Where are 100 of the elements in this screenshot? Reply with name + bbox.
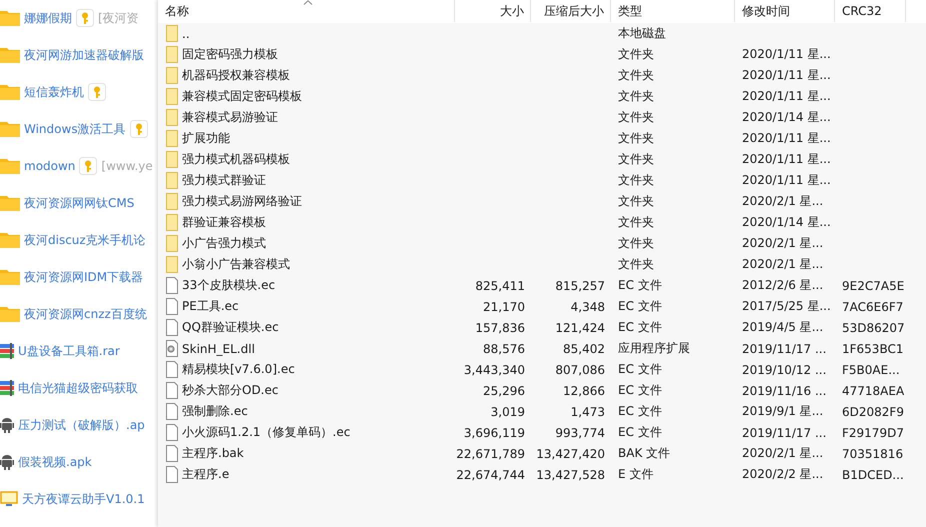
folder-icon [166, 214, 178, 231]
file-icon [166, 424, 178, 441]
file-name[interactable]: 群验证兼容模板 [182, 214, 266, 231]
modified-date: 2020/1/11 星... [742, 47, 831, 61]
android-icon [0, 417, 14, 433]
column-header[interactable]: 类型 [618, 2, 642, 20]
file-name[interactable]: 小火源码1.2.1（修复单码）.ec [182, 424, 350, 441]
modified-date: 2019/11/17 ... [742, 342, 826, 356]
crc-value: F29179D7 [842, 426, 904, 440]
file-name[interactable]: PE工具.ec [182, 298, 239, 315]
file-name[interactable]: 机器码授权兼容模板 [182, 67, 290, 84]
file-type: 文件夹 [618, 89, 654, 103]
file-name[interactable]: 扩展功能 [182, 130, 230, 147]
file-icon [166, 466, 178, 483]
file-name[interactable]: .. [182, 26, 190, 40]
file-name[interactable]: 强制删除.ec [182, 403, 248, 420]
file-name[interactable]: 兼容模式固定密码模板 [182, 88, 302, 105]
packed-size: 815,257 [555, 278, 605, 292]
file-name[interactable]: 主程序.e [182, 466, 230, 483]
folder-icon [166, 46, 178, 63]
folder-icon [166, 235, 178, 252]
file-size: 825,411 [475, 278, 525, 292]
folder-icon [0, 232, 20, 248]
file-type: E 文件 [618, 467, 654, 481]
file-name[interactable]: 小翁小广告兼容模式 [182, 256, 290, 273]
modified-date: 2012/2/6 星... [742, 278, 824, 292]
folder-icon [166, 151, 178, 168]
file-type: 文件夹 [618, 68, 654, 82]
crc-value: 9E2C7A5E [842, 278, 904, 292]
column-header[interactable]: 压缩后大小 [544, 2, 604, 20]
link[interactable]: 压力测试（破解版）.ap [18, 416, 145, 434]
packed-size: 12,866 [563, 384, 605, 398]
link[interactable]: 夜河网游加速器破解版 [24, 46, 144, 64]
link[interactable]: 夜河资源网cnzz百度统 [24, 306, 147, 322]
file-type: EC 文件 [618, 404, 662, 418]
link[interactable]: 娜娜假期 [24, 10, 72, 26]
packed-size: 993,774 [555, 426, 605, 440]
folder-icon [166, 256, 178, 273]
file-name[interactable]: SkinH_EL.dll [182, 342, 255, 356]
file-type: 文件夹 [618, 236, 654, 250]
link[interactable]: 电信光猫超级密码获取 [18, 380, 138, 396]
link[interactable]: 夜河discuz克米手机论 [24, 232, 146, 248]
folder-icon [0, 47, 20, 63]
packed-size: 121,424 [555, 320, 605, 334]
file-name[interactable]: 小广告强力模式 [182, 235, 266, 252]
link[interactable]: 天方夜谭云助手V1.0.1 [22, 490, 145, 508]
link[interactable]: modown [24, 159, 76, 173]
modified-date: 2019/11/16 ... [742, 384, 826, 398]
column-header[interactable]: 大小 [500, 2, 524, 20]
column-header[interactable]: CRC32 [842, 4, 882, 18]
file-type: EC 文件 [618, 299, 662, 313]
file-name[interactable]: 固定密码强力模板 [182, 46, 278, 63]
file-icon [166, 382, 178, 399]
modified-date: 2020/2/1 星... [742, 194, 824, 208]
packed-size: 4,348 [570, 300, 605, 314]
file-name[interactable]: 强力模式易游网络验证 [182, 193, 302, 210]
file-type: EC 文件 [618, 425, 662, 439]
link[interactable]: 夜河资源网IDM下载器 [24, 268, 144, 286]
file-type: 文件夹 [618, 110, 654, 124]
file-name[interactable]: QQ群验证模块.ec [182, 319, 279, 336]
note-text: [www.ye [101, 159, 153, 173]
folder-icon [166, 172, 178, 189]
link[interactable]: 假装视频.apk [18, 454, 92, 470]
file-name[interactable]: 兼容模式易游验证 [182, 109, 278, 126]
file-type: EC 文件 [618, 362, 662, 376]
column-header[interactable]: 名称 [165, 2, 189, 20]
folder-icon [166, 109, 178, 126]
packed-size: 807,086 [555, 362, 605, 376]
file-name[interactable]: 强力模式机器码模板 [182, 151, 290, 168]
link[interactable]: Windows激活工具 [24, 120, 126, 138]
file-name[interactable]: 强力模式群验证 [182, 172, 266, 189]
file-size: 3,443,340 [464, 362, 525, 376]
file-name[interactable]: 主程序.bak [182, 445, 244, 462]
file-type: 本地磁盘 [618, 26, 666, 40]
folder-icon [0, 158, 20, 174]
modified-date: 2019/10/12 ... [742, 362, 826, 376]
link[interactable]: 夜河资源网网钛CMS [24, 194, 134, 212]
file-type: 文件夹 [618, 131, 654, 145]
crc-value: 7AC6E6F7 [842, 300, 904, 314]
link[interactable]: U盘设备工具箱.rar [18, 342, 120, 360]
packed-size: 1,473 [570, 404, 605, 418]
link[interactable]: 短信轰炸机 [24, 84, 84, 100]
file-name[interactable]: 精易模块[v7.6.0].ec [182, 361, 295, 378]
folder-icon [0, 269, 20, 285]
file-size: 22,674,744 [456, 468, 525, 482]
file-name[interactable]: 秒杀大部分OD.ec [182, 382, 278, 399]
file-name[interactable]: 33个皮肤模块.ec [182, 277, 276, 294]
file-size: 21,170 [483, 300, 525, 314]
file-type: 文件夹 [618, 194, 654, 208]
modified-date: 2020/1/11 星... [742, 131, 831, 145]
file-type: 文件夹 [618, 152, 654, 166]
crc-value: 47718AEA [842, 384, 904, 398]
file-type: 文件夹 [618, 47, 654, 61]
file-size: 3,696,119 [464, 426, 525, 440]
modified-date: 2020/1/11 星... [742, 68, 831, 82]
file-type: EC 文件 [618, 278, 662, 292]
file-type: EC 文件 [618, 320, 662, 334]
file-icon [166, 319, 178, 336]
file-type: 文件夹 [618, 173, 654, 187]
column-header[interactable]: 修改时间 [742, 2, 790, 20]
